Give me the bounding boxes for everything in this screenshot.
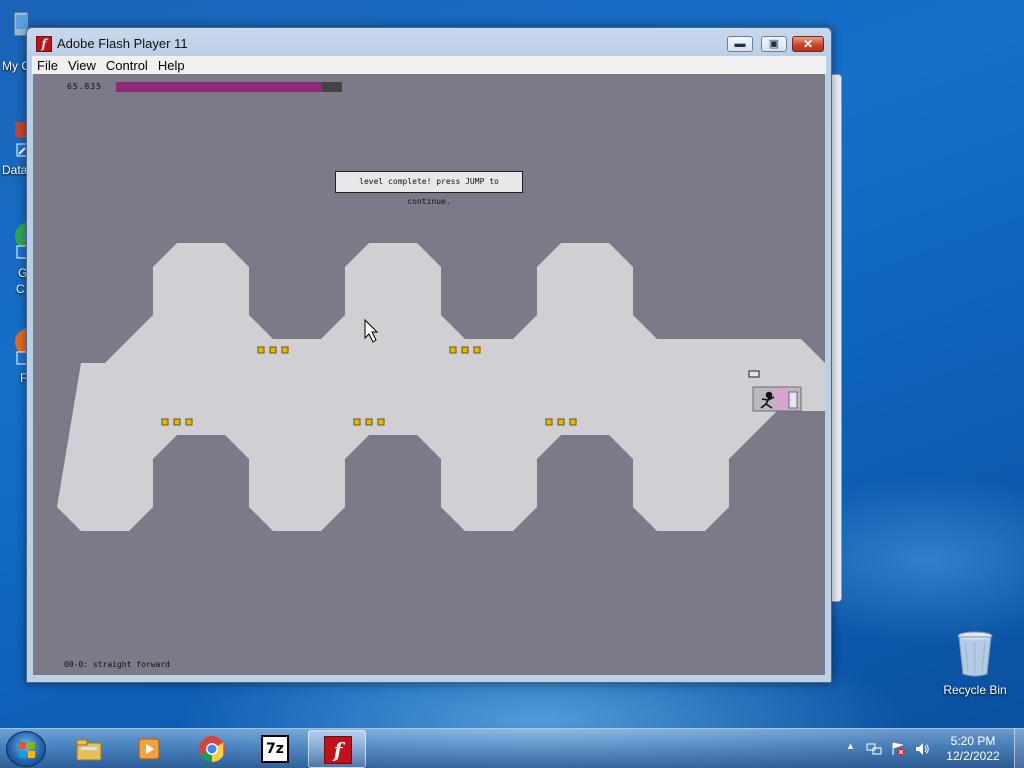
taskbar-media-player[interactable]: [120, 730, 178, 768]
gold-piece: [185, 418, 193, 426]
flash-player-icon: f: [324, 736, 352, 764]
flash-icon: f: [36, 36, 52, 52]
taskbar: 7z f ▲ 5:20 PM 12/2/2022: [0, 728, 1024, 768]
gold-piece: [173, 418, 181, 426]
level-map: [57, 243, 825, 531]
minimize-button[interactable]: ▬: [727, 36, 753, 52]
maximize-icon: ▣: [768, 38, 780, 50]
exit-door-panel: [773, 388, 789, 410]
desktop-icon-data-label: Data: [2, 163, 28, 177]
menu-help[interactable]: Help: [153, 56, 190, 73]
taskbar-chrome[interactable]: [183, 730, 241, 768]
clock-date: 12/2/2022: [946, 749, 1000, 763]
recycle-bin-label: Recycle Bin: [943, 683, 1007, 697]
gold-piece: [569, 418, 577, 426]
title-bar[interactable]: f Adobe Flash Player 11 ▬ ▣ ✕: [27, 28, 831, 57]
volume-icon[interactable]: [914, 741, 930, 757]
time-remaining-fill: [116, 82, 322, 92]
gold-piece: [269, 346, 277, 354]
desktop-icon-chrome-label-line2: C: [16, 282, 25, 296]
file-explorer-icon: [76, 739, 102, 761]
show-desktop-button[interactable]: [1014, 729, 1024, 768]
gold-piece: [257, 346, 265, 354]
gold-piece: [473, 346, 481, 354]
system-clock[interactable]: 5:20 PM 12/2/2022: [936, 734, 1010, 764]
clock-time: 5:20 PM: [950, 734, 996, 748]
close-icon: ✕: [802, 37, 814, 51]
gold-piece: [353, 418, 361, 426]
level-complete-message: level complete! press JUMP to continue.: [335, 171, 523, 206]
gold-piece: [449, 346, 457, 354]
gold-piece: [545, 418, 553, 426]
menu-file[interactable]: File: [32, 56, 63, 73]
level-name: 00-0: straight forward: [64, 660, 170, 669]
action-center-icon[interactable]: [890, 741, 906, 757]
chrome-icon: [199, 736, 225, 763]
maximize-button[interactable]: ▣: [761, 36, 787, 52]
time-remaining-value: 65.835: [67, 82, 102, 91]
taskbar-explorer[interactable]: [60, 730, 118, 768]
taskbar-7zip[interactable]: 7z: [246, 730, 304, 768]
menu-control[interactable]: Control: [101, 56, 153, 73]
exit-switch: [748, 370, 760, 378]
gold-piece: [281, 346, 289, 354]
gold-piece: [161, 418, 169, 426]
gold-piece: [377, 418, 385, 426]
close-button[interactable]: ✕: [792, 36, 824, 52]
gold-piece: [557, 418, 565, 426]
time-remaining-bar: [116, 82, 342, 92]
menu-bar: File View Control Help: [32, 56, 826, 75]
menu-view[interactable]: View: [63, 56, 101, 73]
game-stage[interactable]: 65.835 level complete! press JUMP to con…: [33, 74, 825, 675]
media-player-icon: [138, 738, 160, 760]
7zip-icon: 7z: [261, 735, 289, 763]
recycle-bin-icon: [955, 630, 995, 678]
exit-door: [752, 386, 802, 412]
windows-start-icon: [19, 742, 35, 758]
desktop-icon-recycle-bin[interactable]: Recycle Bin: [940, 630, 1010, 697]
window-title: Adobe Flash Player 11: [57, 36, 188, 51]
gold-piece: [461, 346, 469, 354]
start-button[interactable]: [6, 731, 46, 767]
level-floor: [57, 243, 825, 531]
minimize-icon: ▬: [734, 38, 746, 50]
network-icon[interactable]: [866, 741, 882, 757]
gold-piece: [365, 418, 373, 426]
show-hidden-icons-icon[interactable]: ▲: [846, 741, 862, 757]
taskbar-flash-player[interactable]: f: [308, 730, 366, 768]
